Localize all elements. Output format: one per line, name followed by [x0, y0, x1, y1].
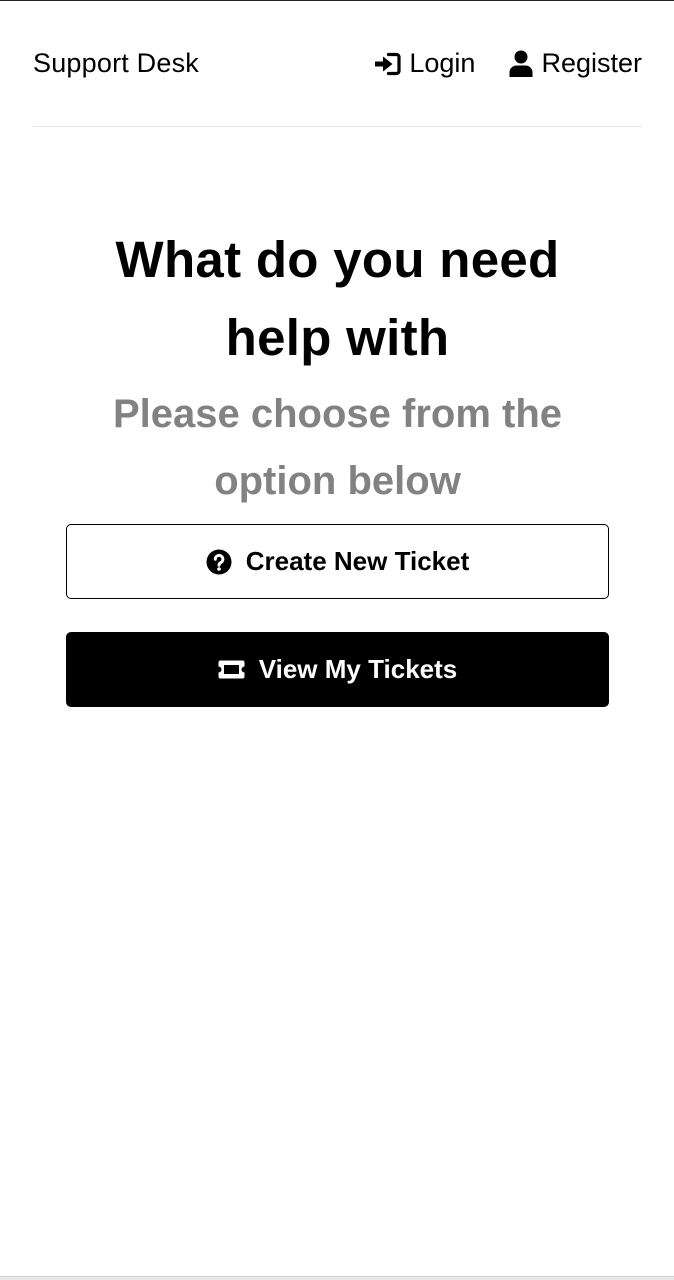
login-link[interactable]: Login — [374, 48, 475, 79]
view-tickets-button[interactable]: View My Tickets — [66, 632, 609, 707]
header-nav: Login Register — [374, 48, 642, 79]
main-content: What do you need help with Please choose… — [66, 221, 609, 707]
ticket-icon — [218, 660, 245, 679]
user-icon — [509, 50, 533, 77]
view-tickets-label: View My Tickets — [258, 654, 458, 684]
register-link[interactable]: Register — [509, 48, 642, 79]
sign-in-icon — [374, 52, 401, 76]
page-subtitle: Please choose from the option below — [112, 392, 563, 503]
page-title: What do you need help with — [115, 231, 560, 366]
register-label: Register — [541, 48, 642, 78]
login-label: Login — [409, 48, 476, 78]
question-circle-icon — [206, 549, 232, 575]
create-ticket-label: Create New Ticket — [245, 546, 470, 576]
window-bottom-edge — [0, 1276, 674, 1280]
brand-link[interactable]: Support Desk — [33, 48, 199, 79]
create-ticket-button[interactable]: Create New Ticket — [66, 524, 609, 599]
site-header: Support Desk Login Register — [33, 1, 642, 127]
